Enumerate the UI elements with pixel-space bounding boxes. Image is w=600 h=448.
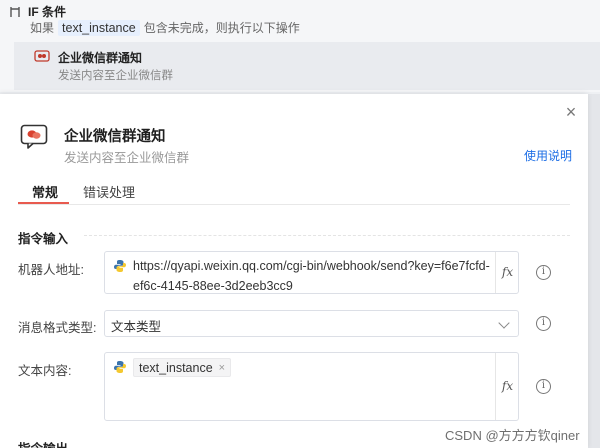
robot-url-value: https://qyapi.weixin.qq.com/cgi-bin/webh… (133, 259, 490, 293)
chevron-down-icon (498, 317, 510, 329)
branch-icon (8, 5, 22, 19)
section-title-output: 指令输出 (18, 438, 68, 448)
active-tab-indicator (18, 202, 69, 204)
close-icon[interactable]: × (561, 102, 581, 122)
info-icon[interactable]: i (536, 265, 551, 280)
robot-url-input[interactable]: https://qyapi.weixin.qq.com/cgi-bin/webh… (104, 251, 519, 294)
chat-icon (34, 50, 50, 64)
fx-button[interactable]: fx (495, 252, 519, 293)
msg-format-label: 消息格式类型: (18, 321, 97, 335)
panel-subtitle: 发送内容至企业微信群 (64, 151, 190, 165)
section-title-input: 指令输入 (18, 232, 69, 246)
msg-format-select[interactable]: 文本类型 (104, 310, 519, 337)
info-icon[interactable]: i (536, 379, 551, 394)
panel-title: 企业微信群通知 (64, 129, 166, 145)
tag-close-icon[interactable]: × (219, 362, 225, 374)
variable-tag[interactable]: text_instance × (133, 358, 232, 377)
text-content-input[interactable]: text_instance × fx (104, 352, 519, 421)
workflow-background: IF 条件 如果 text_instance 包含未完成，则执行以下操作 企业微… (0, 0, 600, 92)
variable-tag-label: text_instance (139, 360, 213, 375)
tab-bar: 常规 错误处理 (18, 179, 570, 205)
step-subtitle: 发送内容至企业微信群 (58, 70, 173, 82)
variable-chip: text_instance (58, 19, 140, 36)
if-title: IF 条件 (28, 5, 66, 19)
detail-panel: × 企业微信群通知 发送内容至企业微信群 使用说明 常规 错误处理 指令输入 机… (0, 94, 588, 448)
robot-url-label: 机器人地址: (18, 263, 84, 277)
wechat-group-icon (20, 124, 48, 150)
fx-button[interactable]: fx (495, 353, 519, 420)
wechat-step-card[interactable]: 企业微信群通知 发送内容至企业微信群 (14, 42, 600, 90)
text-content-label: 文本内容: (18, 364, 72, 378)
section-divider (84, 235, 570, 236)
info-icon[interactable]: i (536, 316, 551, 331)
if-description: 如果 text_instance 包含未完成，则执行以下操作 (30, 19, 300, 36)
tab-error-handling[interactable]: 错误处理 (83, 182, 135, 201)
python-icon (113, 360, 127, 374)
if-condition-header[interactable]: IF 条件 (8, 3, 66, 20)
step-title: 企业微信群通知 (58, 51, 143, 65)
python-icon (113, 259, 127, 273)
tab-general[interactable]: 常规 (32, 182, 58, 201)
watermark: CSDN @方方方钦qiner (445, 428, 580, 443)
msg-format-value: 文本类型 (111, 320, 162, 334)
right-scroll-strip (588, 94, 600, 448)
help-link[interactable]: 使用说明 (524, 147, 572, 164)
